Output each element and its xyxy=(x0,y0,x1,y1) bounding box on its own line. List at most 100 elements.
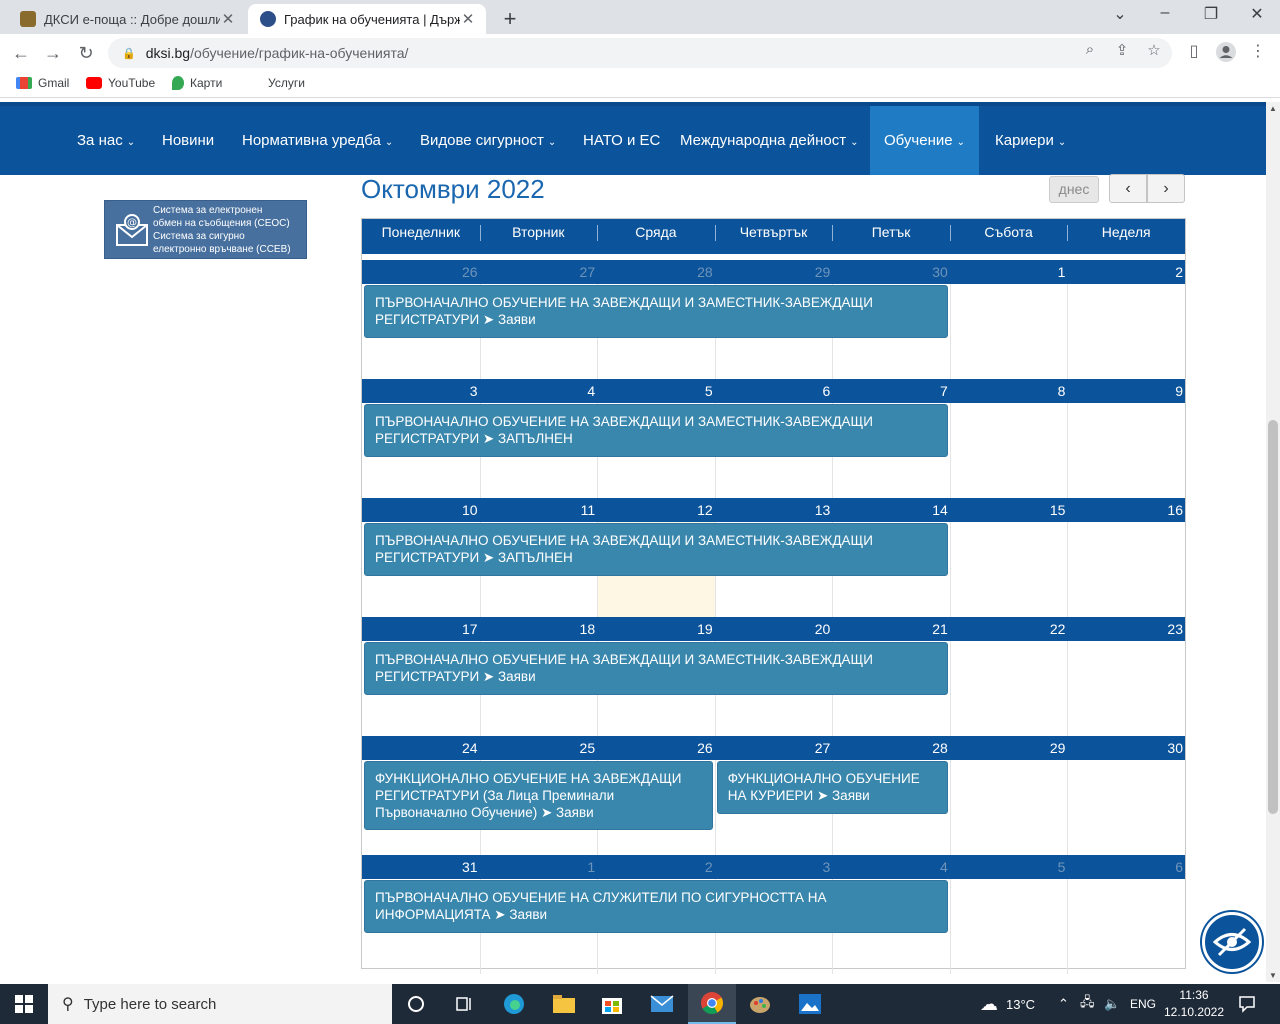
day-number[interactable]: 27 xyxy=(480,260,598,284)
day-number[interactable]: 15 xyxy=(950,498,1068,522)
day-number[interactable]: 6 xyxy=(1067,855,1185,879)
file-explorer-icon[interactable] xyxy=(540,984,588,1024)
share-icon[interactable]: ⇪ xyxy=(1110,41,1134,59)
address-bar[interactable]: 🔒 dksi.bg/обучение/график-на-обученията/ xyxy=(108,38,1172,68)
day-number[interactable]: 28 xyxy=(832,736,950,760)
day-number[interactable]: 25 xyxy=(480,736,598,760)
day-number[interactable]: 29 xyxy=(715,260,833,284)
windows-start-icon[interactable] xyxy=(0,984,48,1024)
menu-kebab-icon[interactable]: ⋮ xyxy=(1246,41,1270,61)
calendar-event[interactable]: ПЪРВОНАЧАЛНО ОБУЧЕНИЕ НА ЗАВЕЖДАЩИ И ЗАМ… xyxy=(364,523,948,576)
day-number[interactable]: 26 xyxy=(362,260,480,284)
accessibility-toggle-button[interactable] xyxy=(1202,912,1262,972)
tab-search-chevron-icon[interactable]: ⌄ xyxy=(1097,4,1143,24)
day-number[interactable]: 27 xyxy=(715,736,833,760)
bookmark-gmail[interactable]: Gmail xyxy=(16,76,69,90)
day-number[interactable]: 7 xyxy=(832,379,950,403)
day-number[interactable]: 17 xyxy=(362,617,480,641)
tab-training-schedule[interactable]: График на обученията | Държа ✕ xyxy=(248,4,486,34)
close-tab-icon[interactable]: ✕ xyxy=(460,10,476,28)
day-number[interactable]: 23 xyxy=(1067,617,1185,641)
close-window-icon[interactable]: ✕ xyxy=(1234,4,1280,24)
zoom-icon[interactable]: ⌕ xyxy=(1078,41,1102,58)
today-button[interactable]: днес xyxy=(1049,176,1099,203)
day-number[interactable]: 24 xyxy=(362,736,480,760)
day-number[interactable]: 20 xyxy=(715,617,833,641)
day-number[interactable]: 1 xyxy=(480,855,598,879)
profile-avatar-icon[interactable] xyxy=(1214,41,1238,68)
day-number[interactable]: 13 xyxy=(715,498,833,522)
paint-icon[interactable] xyxy=(736,984,784,1024)
bookmark-star-icon[interactable]: ☆ xyxy=(1142,41,1166,59)
nav-item-nato-eu[interactable]: НАТО и ЕС xyxy=(583,106,660,175)
forward-icon[interactable]: → xyxy=(40,40,66,66)
day-number[interactable]: 30 xyxy=(832,260,950,284)
calendar-event[interactable]: ФУНКЦИОНАЛНО ОБУЧЕНИЕ НА ЗАВЕЖДАЩИ РЕГИС… xyxy=(364,761,713,830)
prev-month-button[interactable]: ‹ xyxy=(1109,174,1147,203)
lock-icon[interactable]: 🔒 xyxy=(122,47,136,60)
back-icon[interactable]: ← xyxy=(8,40,34,66)
store-icon[interactable] xyxy=(588,984,636,1024)
next-month-button[interactable]: › xyxy=(1147,174,1185,203)
day-number[interactable]: 6 xyxy=(715,379,833,403)
language-indicator[interactable]: ENG xyxy=(1130,984,1156,1024)
day-number[interactable]: 28 xyxy=(597,260,715,284)
day-number[interactable]: 4 xyxy=(832,855,950,879)
day-number[interactable]: 3 xyxy=(362,379,480,403)
day-number[interactable]: 4 xyxy=(480,379,598,403)
nav-item-legislation[interactable]: Нормативна уредба ⌄ xyxy=(242,106,393,175)
nav-item-news[interactable]: Новини xyxy=(162,106,214,175)
calendar-event[interactable]: ФУНКЦИОНАЛНО ОБУЧЕНИЕ НА КУРИЕРИ ➤ Заяви xyxy=(716,761,948,814)
calendar-event[interactable]: ПЪРВОНАЧАЛНО ОБУЧЕНИЕ НА СЛУЖИТЕЛИ ПО СИ… xyxy=(364,880,948,933)
day-number[interactable]: 2 xyxy=(597,855,715,879)
day-number[interactable]: 10 xyxy=(362,498,480,522)
nav-item-security-types[interactable]: Видове сигурност ⌄ xyxy=(420,106,556,175)
restore-icon[interactable]: ❐ xyxy=(1188,4,1234,24)
side-panel-icon[interactable]: ▯ xyxy=(1182,41,1206,61)
edge-icon[interactable] xyxy=(490,984,538,1024)
day-number[interactable]: 3 xyxy=(715,855,833,879)
bookmark-youtube[interactable]: YouTube xyxy=(86,76,155,90)
scrollbar-thumb[interactable] xyxy=(1268,420,1278,814)
network-icon[interactable]: 🖧 xyxy=(1080,984,1095,1024)
day-number[interactable]: 2 xyxy=(1067,260,1185,284)
seos-ssev-banner-link[interactable]: @ Система за електронен обмен на съобщен… xyxy=(104,200,307,259)
volume-icon[interactable]: 🔈 xyxy=(1104,984,1120,1024)
day-number[interactable]: 11 xyxy=(480,498,598,522)
day-number[interactable]: 9 xyxy=(1067,379,1185,403)
tab-dksi-mail[interactable]: ДКСИ е-поща :: Добре дошли в ✕ xyxy=(8,4,246,34)
day-number[interactable]: 18 xyxy=(480,617,598,641)
weather-widget[interactable]: ☁ 13°C xyxy=(980,984,1035,1024)
task-view-icon[interactable] xyxy=(440,984,488,1024)
nav-item-international[interactable]: Международна дейност ⌄ xyxy=(680,106,859,175)
day-number[interactable]: 29 xyxy=(950,736,1068,760)
day-number[interactable]: 14 xyxy=(832,498,950,522)
close-tab-icon[interactable]: ✕ xyxy=(220,10,236,28)
scroll-up-icon[interactable]: ▲ xyxy=(1266,104,1280,113)
chrome-icon[interactable] xyxy=(688,984,736,1024)
show-hidden-icons-icon[interactable]: ⌃ xyxy=(1058,984,1069,1024)
day-number[interactable]: 5 xyxy=(950,855,1068,879)
day-number[interactable]: 12 xyxy=(597,498,715,522)
nav-item-careers[interactable]: Кариери ⌄ xyxy=(995,106,1066,175)
taskbar-search-box[interactable]: ⚲ Type here to search xyxy=(48,984,392,1024)
day-number[interactable]: 31 xyxy=(362,855,480,879)
scroll-down-icon[interactable]: ▼ xyxy=(1266,971,1280,980)
day-number[interactable]: 21 xyxy=(832,617,950,641)
day-number[interactable]: 1 xyxy=(950,260,1068,284)
cortana-icon[interactable] xyxy=(392,984,440,1024)
day-number[interactable]: 26 xyxy=(597,736,715,760)
mail-icon[interactable] xyxy=(638,984,686,1024)
taskbar-clock[interactable]: 11:36 12.10.2022 xyxy=(1162,987,1226,1021)
day-number[interactable]: 8 xyxy=(950,379,1068,403)
nav-item-training[interactable]: Обучение ⌄ xyxy=(870,106,979,175)
calendar-event[interactable]: ПЪРВОНАЧАЛНО ОБУЧЕНИЕ НА ЗАВЕЖДАЩИ И ЗАМ… xyxy=(364,285,948,338)
page-scrollbar[interactable]: ▲ ▼ xyxy=(1266,102,1280,982)
day-number[interactable]: 19 xyxy=(597,617,715,641)
day-number[interactable]: 22 xyxy=(950,617,1068,641)
new-tab-icon[interactable]: + xyxy=(498,6,522,32)
nav-item-about[interactable]: За нас ⌄ xyxy=(77,106,135,175)
day-number[interactable]: 30 xyxy=(1067,736,1185,760)
photos-icon[interactable] xyxy=(786,984,834,1024)
notifications-icon[interactable] xyxy=(1238,984,1256,1024)
